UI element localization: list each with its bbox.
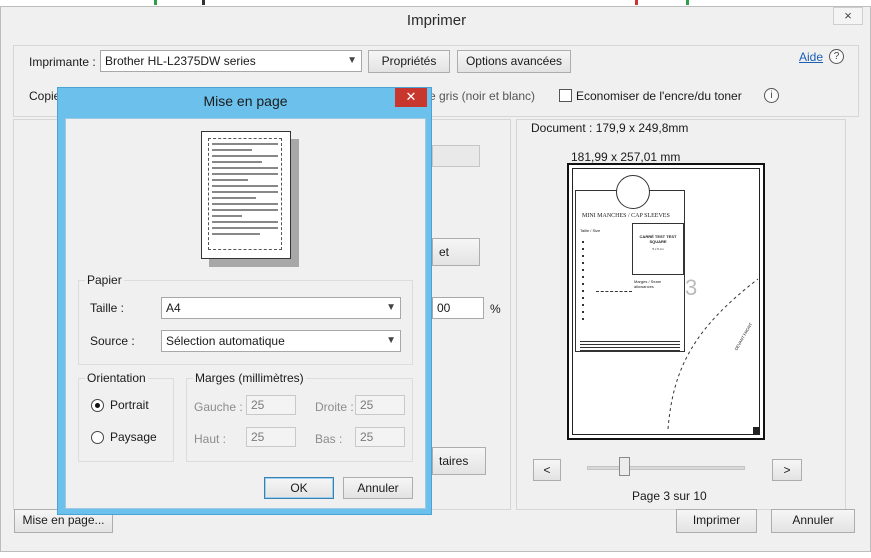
right-margin-input[interactable]: 25 [355,395,405,415]
paper-source-select[interactable]: Sélection automatique ▼ [161,330,401,352]
chevron-down-icon: ▼ [347,55,357,66]
paper-source-value: Sélection automatique [166,334,285,348]
page-setup-body: Papier Taille : A4 ▼ Source : Sélection … [65,118,426,509]
page-setup-title: Mise en page [203,93,288,109]
print-button[interactable]: Imprimer [676,509,757,533]
margins-group-label: Marges (millimètres) [193,371,306,385]
strip-marker [686,0,689,5]
next-page-button[interactable]: > [772,459,802,481]
comments-button[interactable]: taires [432,447,486,475]
cancel-button[interactable]: Annuler [771,509,855,533]
pattern-curve [667,278,759,430]
save-ink-checkbox[interactable] [559,89,572,102]
close-button[interactable]: × [833,7,863,25]
bottom-margin-input[interactable]: 25 [355,427,405,447]
orientation-group: Orientation Portrait Paysage [78,371,174,462]
top-margin-input[interactable]: 25 [246,427,296,447]
page-setup-cancel-button[interactable]: Annuler [343,477,413,499]
ok-button[interactable]: OK [264,477,334,499]
left-margin-input[interactable]: 25 [246,395,296,415]
page-indicator: Page 3 sur 10 [632,489,707,503]
help-icon[interactable]: ? [829,49,844,64]
copies-label: Copie [29,89,61,103]
bottom-margin-label: Bas : [315,432,343,446]
scale-input[interactable]: 00 [432,297,484,319]
landscape-label: Paysage [110,430,157,444]
top-margin-label: Haut : [194,432,227,446]
strip-marker [202,0,205,5]
right-margin-label: Droite : [315,400,354,414]
page-slider-track[interactable] [587,466,745,470]
chevron-down-icon: ▼ [386,302,396,313]
printer-label: Imprimante : [29,55,96,69]
paper-size-select[interactable]: A4 ▼ [161,297,401,319]
document-size: Document : 179,9 x 249,8mm [531,121,689,135]
page-slider-thumb[interactable] [619,457,630,476]
info-icon[interactable]: i [764,88,779,103]
prev-page-button[interactable]: < [533,459,561,481]
paper-thumbnail [201,131,291,259]
help-link[interactable]: Aide [799,50,823,64]
portrait-label: Portrait [110,398,149,412]
properties-button[interactable]: Propriétés [368,50,450,73]
chevron-down-icon: ▼ [386,335,396,346]
paper-group: Papier Taille : A4 ▼ Source : Sélection … [78,273,413,365]
dialog-title: Imprimer [406,12,467,29]
corner-mark [753,427,760,434]
orientation-group-label: Orientation [85,371,148,385]
scale-unit: % [490,302,501,316]
partial-button[interactable]: et [432,238,480,266]
paper-size-label: Taille : [90,301,125,315]
left-margin-label: Gauche : [194,400,243,414]
strip-marker [154,0,157,5]
page-setup-dialog: Mise en page ✕ Papier Taille : A4 ▼ Sour… [57,87,432,515]
thumbnail-content [208,138,282,250]
paper-group-label: Papier [85,273,124,287]
page-preview-border: MINI MANCHES / CAP SLEEVES Taille / Size… [572,168,760,435]
close-icon[interactable]: ✕ [395,88,427,107]
advanced-options-button[interactable]: Options avancées [457,50,571,73]
partial-field [432,145,480,167]
paper-source-label: Source : [90,334,135,348]
printer-select[interactable]: Brother HL-L2375DW series ▼ [100,50,362,72]
paper-size-value: A4 [166,301,181,315]
page-size: 181,99 x 257,01 mm [571,150,681,164]
printer-value: Brother HL-L2375DW series [105,54,256,68]
margins-group: Marges (millimètres) Gauche : 25 Droite … [186,371,413,462]
portrait-radio[interactable] [91,399,104,412]
landscape-radio[interactable] [91,431,104,444]
page-preview: MINI MANCHES / CAP SLEEVES Taille / Size… [567,163,765,440]
strip-marker [635,0,638,5]
save-ink-label: Economiser de l'encre/du toner [576,89,742,103]
grayscale-label: e gris (noir et blanc) [429,89,536,103]
